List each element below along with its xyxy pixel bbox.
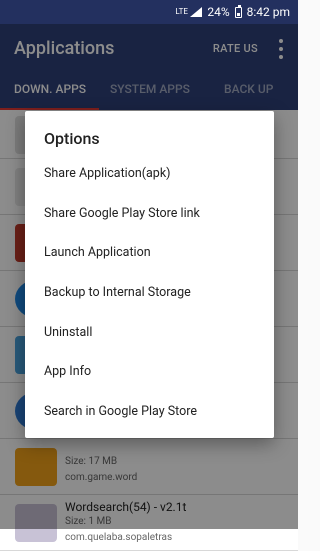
- option-share-play-store-link[interactable]: Share Google Play Store link: [25, 194, 274, 234]
- app-package: com.quelaba.sopaletras: [65, 532, 173, 543]
- clock: 8:42 pm: [246, 5, 290, 19]
- option-backup-internal-storage[interactable]: Backup to Internal Storage: [25, 273, 274, 313]
- option-launch-application[interactable]: Launch Application: [25, 233, 274, 273]
- battery-icon: [234, 4, 242, 18]
- options-dialog: Options Share Application(apk) Share Goo…: [25, 111, 274, 438]
- dialog-title: Options: [44, 129, 100, 148]
- option-uninstall[interactable]: Uninstall: [25, 313, 274, 353]
- option-app-info[interactable]: App Info: [25, 352, 274, 392]
- signal-icon: [190, 6, 203, 18]
- status-bar: LTE 24% 8:42 pm: [0, 0, 298, 24]
- option-search-play-store[interactable]: Search in Google Play Store: [25, 392, 274, 432]
- battery-percent: 24%: [207, 5, 230, 19]
- status-icons: LTE 24% 8:42 pm: [175, 0, 290, 24]
- network-type-icon: LTE: [175, 7, 188, 16]
- option-share-apk[interactable]: Share Application(apk): [25, 154, 274, 194]
